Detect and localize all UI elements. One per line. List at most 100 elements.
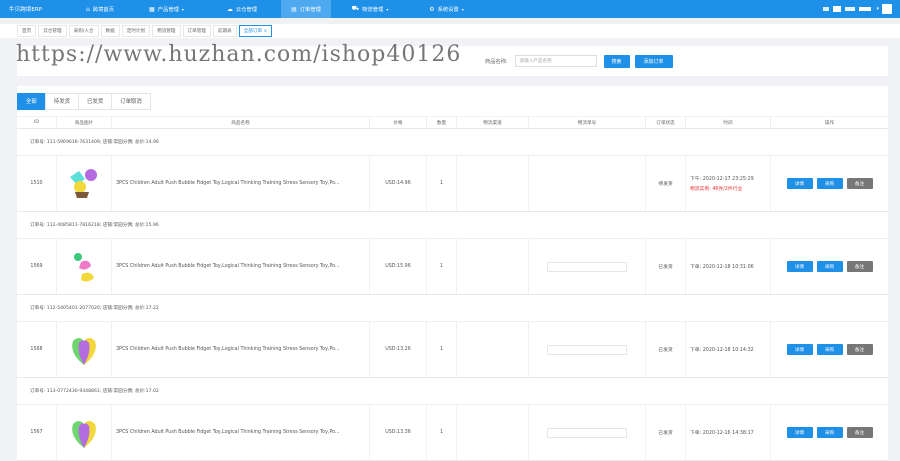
tags-view-bar: 首页 云仓管理 采购/入仓 数据 定时计划 物流管理 订单管理 前期表 全部订单… — [0, 24, 900, 38]
chevron-down-icon: ▾ — [461, 6, 464, 12]
order-id: 1568 — [17, 322, 57, 377]
details-button[interactable]: 详情 — [786, 261, 813, 272]
logistics-channel — [457, 156, 529, 211]
nav-item-orders[interactable]: ▤ 订单管理 — [281, 0, 331, 18]
tag-orders[interactable]: 订单管理 — [182, 25, 211, 37]
tab-all[interactable]: 全部 — [17, 92, 46, 110]
tab-shipped[interactable]: 已发货 — [77, 92, 113, 110]
details-button[interactable]: 详情 — [786, 178, 813, 189]
price: USD:14.96 — [370, 156, 427, 211]
order-number-line: 订单号: 112-4085811-7816218; 店铺:常园分佣; 总价:15… — [17, 212, 888, 239]
order-number-line: 订单号: 111-5969616-7631409; 店铺:常园分佣; 总价:14… — [17, 129, 888, 156]
tag-purchase[interactable]: 采购/入仓 — [68, 25, 99, 37]
details-button[interactable]: 详情 — [786, 427, 813, 438]
tracking-number-cell — [529, 156, 646, 211]
order-status: 已发货 — [646, 239, 686, 294]
chevron-down-icon: ▾ — [181, 6, 184, 12]
remark-button[interactable]: 备注 — [846, 261, 873, 272]
nav-item-cloud-warehouse[interactable]: ☁ 云仓管理 — [203, 0, 281, 18]
order-time-cell: 下单: 2020-12-18 10:31:06 — [686, 239, 771, 294]
chevron-down-icon: ▾ — [876, 6, 879, 12]
order-status: 待发货 — [646, 156, 686, 211]
product-name[interactable]: 3PCS Children Adult Push Bubble Fidget T… — [112, 405, 370, 460]
order-time: 下单: 2020-12-18 10:31:06 — [690, 265, 754, 270]
column-header: 商品图片 — [57, 117, 112, 128]
logistics-note: 物流实例: 46件/2件行业 — [690, 187, 743, 192]
product-image-cell — [57, 239, 112, 294]
search-button[interactable]: 搜索 — [603, 54, 630, 68]
brand-logo[interactable]: 牛贝跨境ERP — [0, 5, 60, 13]
tag-previous[interactable]: 前期表 — [212, 25, 237, 37]
tracking-number-input[interactable] — [547, 261, 627, 272]
order-number-line: 订单号: 112-5405401-2077020; 店铺:常园分佣; 总价:17… — [17, 295, 888, 322]
tracking-number-input[interactable] — [547, 427, 627, 438]
purchase-button[interactable]: 采购 — [816, 344, 843, 355]
order-time-cell: 下单: 2020-12-18 10:14:32 — [686, 322, 771, 377]
nav-item-settings[interactable]: ⚙ 系统设置 ▾ — [409, 0, 484, 18]
cloud-icon: ☁ — [226, 5, 233, 13]
avatar[interactable] — [882, 4, 892, 14]
top-navbar: 牛贝跨境ERP ⌂ 跨境首页 ▦ 产品管理 ▾ ☁ 云仓管理 ▤ 订单管理 ⛟ 物流管理 ▾ … — [0, 0, 900, 18]
purchase-button[interactable]: 采购 — [816, 178, 843, 189]
tag-home[interactable]: 首页 — [17, 25, 37, 37]
product-image-cell — [57, 405, 112, 460]
tag-cloud-warehouse[interactable]: 云仓管理 — [38, 25, 67, 37]
logistics-channel — [457, 322, 529, 377]
nav-item-logistics[interactable]: ⛟ 物流管理 ▾ — [331, 0, 409, 18]
truck-icon: ⛟ — [351, 5, 360, 12]
search-panel: 商品名称: 请输入产品名称 搜索 添加订单 — [17, 46, 888, 76]
product-image-cell — [57, 322, 112, 377]
tab-pending-shipment[interactable]: 待发货 — [44, 92, 79, 110]
actions-cell: 详情 采购 备注 — [771, 156, 888, 211]
actions-cell: 详情 采购 备注 — [771, 239, 888, 294]
add-order-button[interactable]: 添加订单 — [634, 54, 673, 68]
quantity: 1 — [427, 156, 457, 211]
column-header: 操作 — [824, 120, 835, 126]
product-name[interactable]: 3PCS Children Adult Push Bubble Fidget T… — [112, 322, 370, 377]
orders-table: ID 商品图片 商品名称 价格 数量 物流渠道 物流单号 订单状态 时间 操作 … — [17, 117, 888, 461]
tab-cancelled[interactable]: 订单取消 — [111, 92, 151, 110]
product-name[interactable]: 3PCS Children Adult Push Bubble Fidget T… — [112, 156, 370, 211]
price: USD:13.26 — [370, 322, 427, 377]
grid-icon: ▦ — [149, 5, 155, 13]
tag-schedule[interactable]: 定时计划 — [121, 25, 151, 37]
table-row: 1567 3PCS Children Adult Push Bubble Fid… — [17, 405, 888, 461]
purchase-button[interactable]: 采购 — [816, 261, 843, 272]
column-header: 物流单号 — [529, 117, 646, 128]
remark-button[interactable]: 备注 — [846, 344, 873, 355]
user-menu[interactable]: ▾ — [823, 4, 892, 14]
order-time: 下午: 2020-12-17 23:25:29 — [690, 177, 754, 182]
nav-item-home[interactable]: ⌂ 跨境首页 — [70, 0, 130, 18]
product-name-input[interactable]: 请输入产品名称 — [514, 55, 597, 67]
product-image-cell — [57, 156, 112, 211]
tracking-number-input[interactable] — [547, 344, 627, 355]
product-image[interactable] — [67, 248, 101, 286]
order-status: 已发货 — [646, 405, 686, 460]
order-icon: ▤ — [291, 5, 297, 13]
order-time-cell: 下单: 2020-12-16 14:38:17 — [686, 405, 771, 460]
table-row: 1569 3PCS Children Adult Push Bubble Fid… — [17, 239, 888, 295]
tag-logistics[interactable]: 物流管理 — [152, 25, 181, 37]
tag-all-orders[interactable]: 全部订单 × — [238, 25, 273, 37]
details-button[interactable]: 详情 — [786, 344, 813, 355]
remark-button[interactable]: 备注 — [846, 178, 873, 189]
chevron-down-icon: ▾ — [386, 6, 389, 12]
product-image[interactable] — [67, 165, 101, 203]
product-name[interactable]: 3PCS Children Adult Push Bubble Fidget T… — [112, 239, 370, 294]
product-image[interactable] — [67, 331, 101, 369]
purchase-button[interactable]: 采购 — [816, 427, 843, 438]
column-header: 时间 — [686, 117, 771, 128]
remark-button[interactable]: 备注 — [846, 427, 873, 438]
logistics-channel — [457, 239, 529, 294]
product-name-label: 商品名称: — [485, 58, 508, 65]
username-blurred-icon — [823, 6, 872, 12]
tag-data[interactable]: 数据 — [100, 25, 120, 37]
order-id: 1567 — [17, 405, 57, 460]
logistics-channel — [457, 405, 529, 460]
column-header: 数量 — [427, 117, 457, 128]
nav-item-products[interactable]: ▦ 产品管理 ▾ — [130, 0, 203, 18]
product-image[interactable] — [67, 414, 101, 452]
quantity: 1 — [427, 322, 457, 377]
table-header: ID 商品图片 商品名称 价格 数量 物流渠道 物流单号 订单状态 时间 操作 — [17, 117, 888, 129]
order-id: 1510 — [17, 156, 57, 211]
